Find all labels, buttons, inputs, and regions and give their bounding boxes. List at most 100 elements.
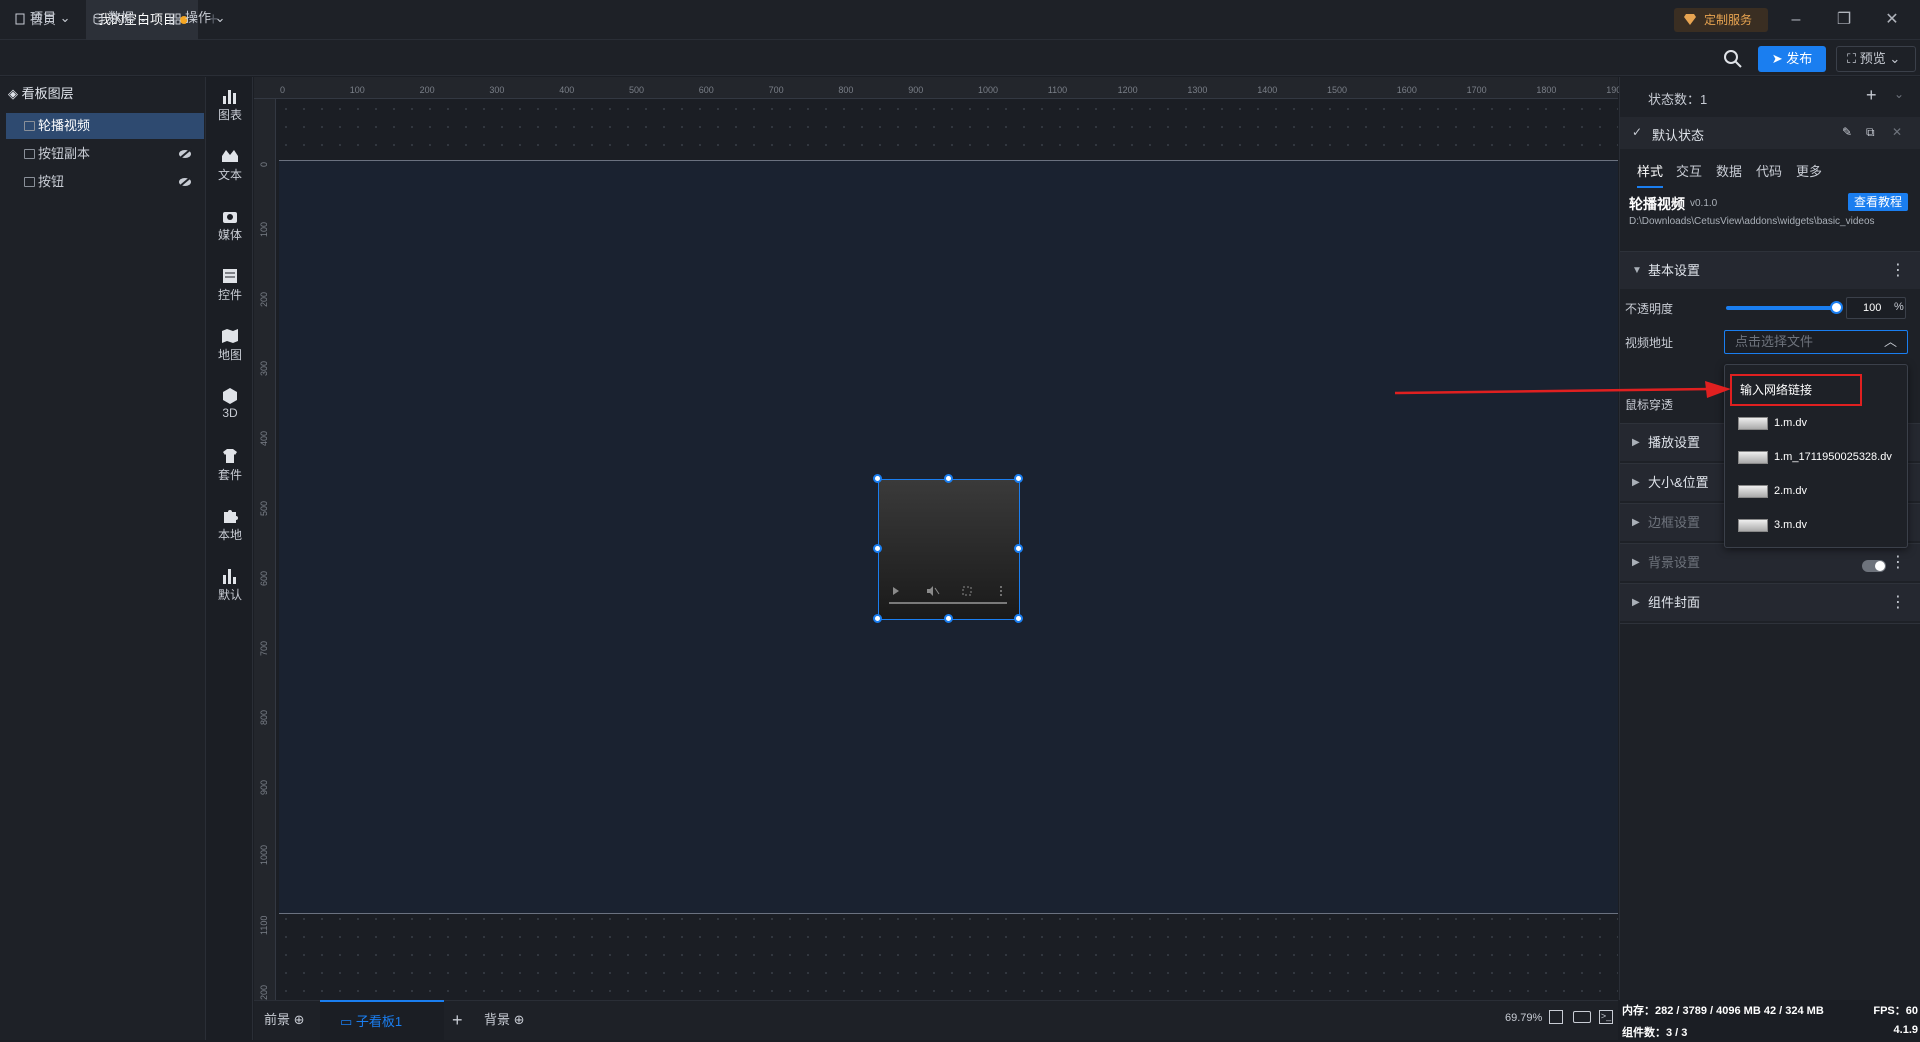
opacity-slider-handle[interactable]	[1830, 301, 1843, 314]
resize-handle[interactable]	[873, 544, 882, 553]
video-progress-bar[interactable]	[889, 602, 1007, 604]
puzzle-icon	[224, 510, 238, 523]
menu-data[interactable]: 数据 ⌄	[86, 6, 149, 30]
fit-screen-icon[interactable]	[1549, 1010, 1563, 1024]
ruler-top: 0 100 200 300 400 500 600 700 800 900 1000 1100 1200…	[254, 77, 1626, 99]
resize-handle[interactable]	[873, 474, 882, 483]
file-option[interactable]: 1.m.dv	[1738, 413, 1807, 433]
component-text[interactable]: 文本	[207, 148, 253, 183]
layer-item-button-copy[interactable]: 按钮副本	[6, 141, 204, 167]
resize-handle[interactable]	[944, 474, 953, 483]
tab-more[interactable]: 更多	[1796, 161, 1822, 180]
resize-handle[interactable]	[1014, 614, 1023, 623]
custom-service-button[interactable]: 定制服务	[1674, 8, 1768, 32]
section-label: 基本设置	[1648, 263, 1701, 278]
terminal-icon[interactable]: >_	[1599, 1010, 1613, 1024]
resize-handle[interactable]	[944, 614, 953, 623]
layer-panel	[0, 77, 206, 1040]
preview-button[interactable]: ⛶ 预览 ⌄	[1836, 46, 1916, 72]
file-option[interactable]: 3.m.dv	[1738, 515, 1807, 535]
ruler-top-label: 600	[698, 85, 714, 95]
component-control[interactable]: 控件	[207, 268, 253, 303]
component-kit[interactable]: 套件	[207, 448, 253, 483]
control-icon	[223, 269, 237, 283]
section-label: 边框设置	[1648, 515, 1701, 530]
close-icon[interactable]: ✕	[1880, 8, 1904, 32]
search-icon[interactable]	[1722, 48, 1744, 70]
foreground-tab[interactable]: 前景 ⊕	[264, 1000, 305, 1040]
hidden-eye-icon[interactable]	[178, 176, 192, 188]
component-chart[interactable]: 图表	[207, 88, 253, 123]
layer-item-carousel-video[interactable]: 轮播视频	[6, 113, 204, 139]
menu-operation[interactable]: 操作 ⌄	[163, 6, 226, 30]
ruler-top-label: 1800	[1536, 85, 1557, 95]
database-icon	[93, 13, 103, 25]
input-network-link-option[interactable]: 输入网络链接	[1730, 374, 1862, 406]
component-map[interactable]: 地图	[207, 328, 253, 363]
restore-icon[interactable]: ❐	[1832, 8, 1856, 32]
title-bar	[0, 0, 1920, 40]
publish-button[interactable]: ➤ 发布	[1758, 46, 1826, 72]
keyboard-icon[interactable]	[1573, 1011, 1591, 1023]
document-icon	[15, 13, 25, 25]
resize-handle[interactable]	[1014, 544, 1023, 553]
more-icon[interactable]: ⋮	[1890, 544, 1906, 582]
layer-panel-header: ◈ 看板图层	[8, 86, 74, 101]
component-default[interactable]: 默认	[207, 568, 253, 603]
component-label: 默认	[217, 588, 242, 602]
bar-chart-icon	[223, 569, 236, 584]
tab-data[interactable]: 数据	[1716, 161, 1742, 180]
ruler-left-label: 700	[259, 640, 269, 656]
more-icon[interactable]: ⋮	[1890, 584, 1906, 622]
component-label: 本地	[217, 528, 242, 542]
add-board-icon[interactable]: +	[452, 1000, 463, 1040]
video-url-label: 视频地址	[1625, 336, 1674, 350]
tab-code[interactable]: 代码	[1756, 161, 1782, 180]
layer-item-button[interactable]: 按钮	[6, 169, 204, 195]
caret-right-icon: ▶	[1632, 437, 1640, 448]
component-3d[interactable]: 3D	[207, 388, 253, 420]
background-tab[interactable]: 背景 ⊕	[484, 1000, 525, 1040]
ruler-top-label: 900	[908, 85, 924, 95]
minimize-icon[interactable]: –	[1784, 8, 1808, 32]
zoom-level[interactable]: 69.79%	[1505, 1012, 1542, 1024]
file-option-label: 1.m.dv	[1774, 417, 1808, 429]
hidden-eye-icon[interactable]	[178, 148, 192, 160]
component-local[interactable]: 本地	[207, 508, 253, 543]
chevron-down-icon[interactable]: ⌄	[1894, 87, 1904, 101]
sub-board-label: 子看板1	[355, 1014, 403, 1029]
copy-icon[interactable]: ⧉	[1866, 125, 1875, 140]
media-icon	[223, 212, 237, 223]
add-state-icon[interactable]: +	[1866, 85, 1877, 106]
tab-interaction[interactable]: 交互	[1676, 161, 1702, 180]
widget-icon	[24, 177, 35, 187]
divider	[1620, 623, 1920, 624]
background-toggle[interactable]	[1862, 560, 1886, 572]
component-media[interactable]: 媒体	[207, 208, 253, 243]
widget-title: 轮播视频	[1629, 196, 1685, 212]
section-widget-cover[interactable]: ▶ 组件封面 ⋮	[1620, 583, 1920, 621]
resize-handle[interactable]	[873, 614, 882, 623]
caret-down-icon: ▼	[1632, 265, 1642, 276]
sub-board-tab[interactable]: ▭ 子看板1	[320, 1000, 444, 1040]
edit-icon[interactable]: ✎	[1842, 125, 1852, 139]
file-option[interactable]: 2.m.dv	[1738, 481, 1807, 501]
ruler-top-label: 1100	[1047, 85, 1068, 95]
opacity-slider[interactable]	[1726, 306, 1836, 310]
video-url-select[interactable]: 点击选择文件 ︿	[1724, 330, 1908, 354]
layer-item-label: 按钮	[38, 174, 65, 189]
file-option-label: 3.m.dv	[1774, 519, 1808, 531]
file-option-label: 2.m.dv	[1774, 485, 1808, 497]
more-icon[interactable]: ⋮	[1890, 252, 1906, 290]
section-basic-settings[interactable]: ▼ 基本设置 ⋮	[1620, 251, 1920, 289]
carousel-video-widget[interactable]	[873, 474, 1023, 623]
file-option[interactable]: 1.m_1711950025328.dv	[1738, 447, 1892, 467]
resize-handle[interactable]	[1014, 474, 1023, 483]
delete-icon[interactable]: ✕	[1892, 125, 1902, 139]
ruler-top-label: 1600	[1396, 85, 1417, 95]
widget-path: D:\Downloads\CetusView\addons\widgets\ba…	[1629, 216, 1875, 227]
view-tutorial-button[interactable]: 查看教程	[1848, 193, 1908, 211]
default-state-row[interactable]: ✓ 默认状态 ✎ ⧉ ✕	[1620, 117, 1920, 149]
menu-project[interactable]: 项目 ⌄	[8, 6, 71, 30]
tab-style[interactable]: 样式	[1637, 161, 1664, 188]
